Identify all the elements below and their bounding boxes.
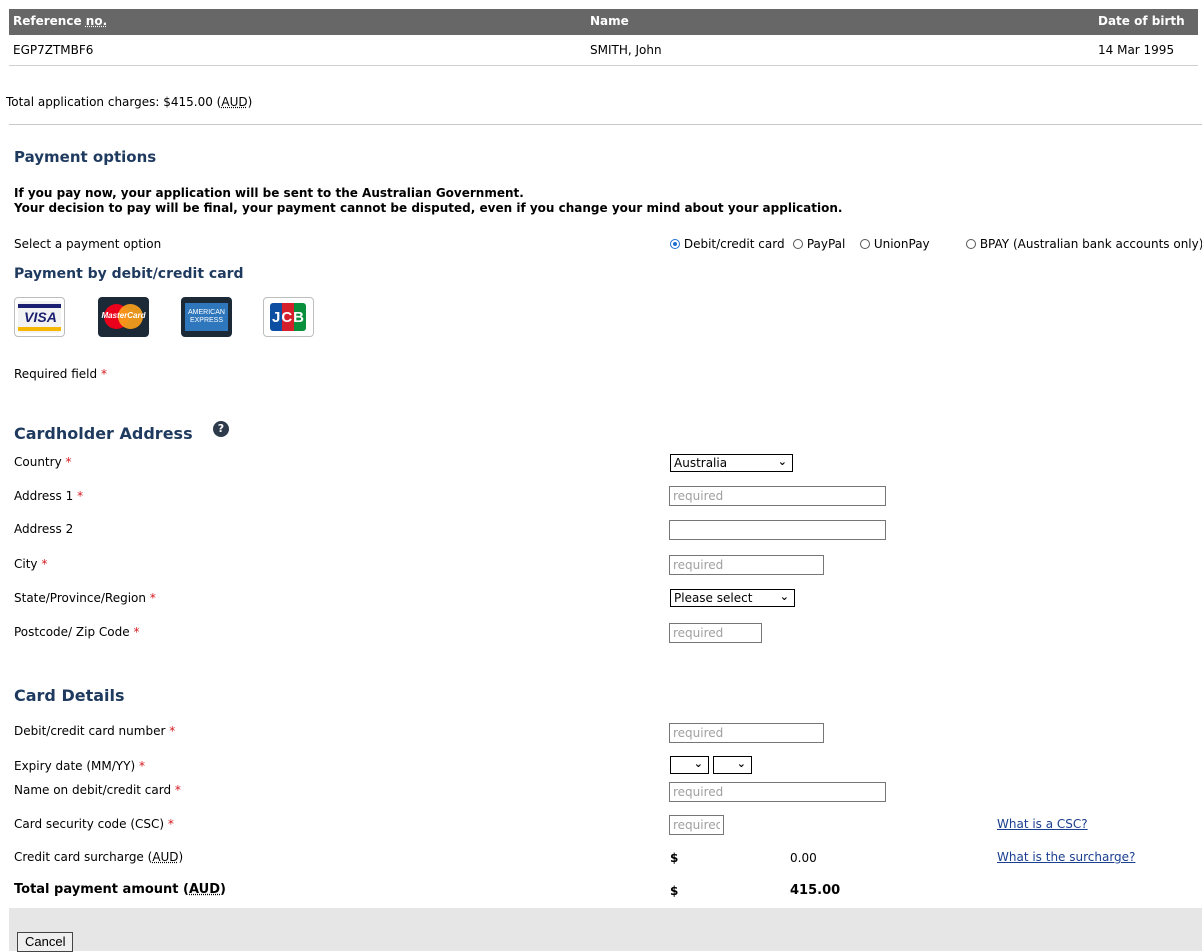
chevron-down-icon: ⌄ [779, 590, 789, 603]
divider [9, 124, 1202, 125]
aud-abbr: AUD [221, 95, 248, 109]
payment-option-unionpay[interactable]: UnionPay [860, 237, 930, 251]
radio-selected-icon[interactable] [670, 239, 680, 249]
cancel-button[interactable]: Cancel [17, 932, 74, 952]
chevron-down-icon: ⌄ [693, 757, 703, 770]
ref-column-header: Reference no. [13, 14, 108, 28]
select-payment-option-label: Select a payment option [14, 237, 162, 251]
visa-logo-icon: VISA [14, 297, 65, 337]
dob-column-header: Date of birth [1098, 14, 1185, 28]
payment-option-card[interactable]: Debit/credit card [670, 237, 785, 251]
applicant-name: SMITH, John [590, 43, 662, 57]
name-on-card-input[interactable] [669, 782, 886, 802]
city-label: City * [14, 557, 48, 571]
payment-option-paypal[interactable]: PayPal [793, 237, 845, 251]
country-select[interactable]: Australia ⌄ [670, 454, 793, 472]
jcb-logo-icon: JCB [263, 297, 314, 337]
address1-label: Address 1 * [14, 489, 84, 503]
card-number-label: Debit/credit card number * [14, 724, 176, 738]
form-footer [9, 908, 1202, 951]
expiry-year-select[interactable]: ⌄ [713, 756, 752, 774]
payment-by-card-title: Payment by debit/credit card [14, 266, 244, 282]
expiry-label: Expiry date (MM/YY) * [14, 759, 145, 773]
mastercard-logo-icon: MasterCard [98, 297, 149, 337]
applicant-table-header: Reference no. Name Date of birth [9, 9, 1198, 35]
radio-icon[interactable] [860, 239, 870, 249]
address2-input[interactable] [669, 520, 886, 540]
payment-warning-line2: Your decision to pay will be final, your… [14, 201, 843, 215]
cardholder-address-title: Cardholder Address [14, 424, 193, 443]
city-input[interactable] [669, 555, 824, 575]
csc-input[interactable] [669, 815, 724, 835]
applicant-row: EGP7ZTMBF6 SMITH, John 14 Mar 1995 [9, 35, 1198, 66]
payment-warning-line1: If you pay now, your application will be… [14, 186, 524, 200]
surcharge-amount: 0.00 [790, 851, 817, 865]
total-payment-label: Total payment amount (AUD) [14, 882, 226, 897]
chevron-down-icon: ⌄ [736, 757, 746, 770]
no-abbr: no. [85, 14, 108, 28]
name-on-card-label: Name on debit/credit card * [14, 783, 181, 797]
name-column-header: Name [590, 14, 629, 28]
address1-input[interactable] [669, 486, 886, 506]
payment-options-title: Payment options [14, 148, 157, 166]
card-number-input[interactable] [669, 723, 824, 743]
csc-label: Card security code (CSC) * [14, 817, 174, 831]
what-is-surcharge-link[interactable]: What is the surcharge? [997, 850, 1135, 864]
required-star: * [100, 367, 107, 381]
radio-icon[interactable] [793, 239, 803, 249]
amex-logo-icon: AMERICAN EXPRESS [181, 297, 232, 337]
state-select[interactable]: Please select ⌄ [670, 589, 795, 607]
postcode-label: Postcode/ Zip Code * [14, 625, 140, 639]
state-label: State/Province/Region * [14, 591, 156, 605]
reference-number: EGP7ZTMBF6 [13, 43, 94, 57]
chevron-down-icon: ⌄ [777, 455, 787, 468]
surcharge-label: Credit card surcharge (AUD) [14, 850, 184, 864]
total-application-charges: Total application charges: $415.00 (AUD) [6, 95, 253, 109]
surcharge-currency: $ [670, 851, 679, 865]
total-payment-amount: 415.00 [790, 883, 841, 898]
card-details-title: Card Details [14, 686, 125, 705]
required-field-note: Required field * [14, 367, 107, 381]
total-currency: $ [670, 884, 679, 898]
country-label: Country * [14, 455, 72, 469]
address2-label: Address 2 [14, 522, 74, 536]
radio-icon[interactable] [966, 239, 976, 249]
date-of-birth: 14 Mar 1995 [1098, 43, 1175, 57]
payment-option-bpay[interactable]: BPAY (Australian bank accounts only) [966, 237, 1202, 251]
what-is-csc-link[interactable]: What is a CSC? [997, 817, 1088, 831]
expiry-month-select[interactable]: ⌄ [670, 756, 709, 774]
postcode-input[interactable] [669, 623, 762, 643]
question-circle-icon[interactable]: ? [213, 421, 229, 437]
